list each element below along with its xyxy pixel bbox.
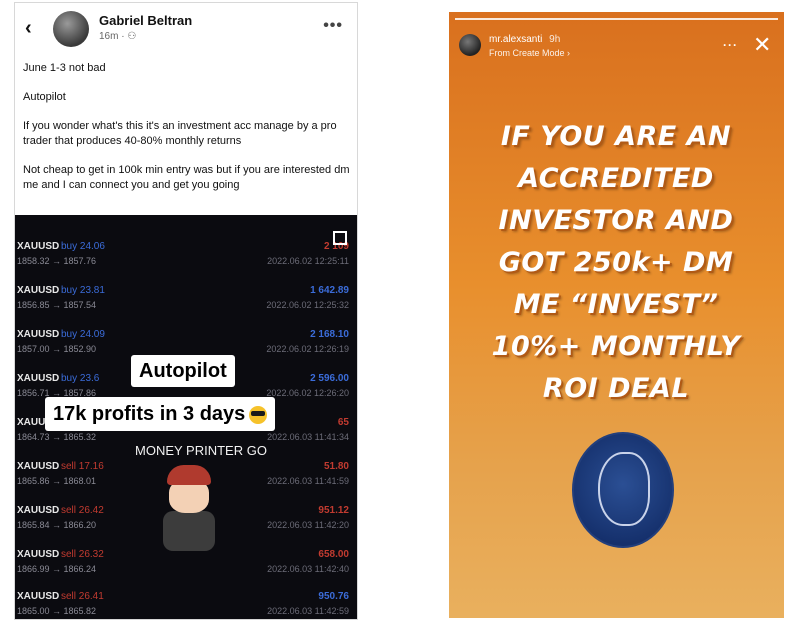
- profits-caption: 17k profits in 3 days: [45, 397, 276, 431]
- trade-profit: 2 168.10: [310, 329, 349, 340]
- trade-profit: 950.76: [318, 591, 349, 602]
- trade-range: 1866.99 → 1866.24: [17, 564, 97, 574]
- back-arrow-icon[interactable]: ‹: [25, 18, 43, 38]
- trade-symbol: XAUUSD: [17, 329, 60, 340]
- post-meta: 16m · ⚇: [99, 31, 137, 42]
- trade-type: sell 26.42: [61, 505, 104, 516]
- trade-symbol: XAUUSD: [17, 241, 60, 252]
- trade-type: buy 24.06: [61, 241, 105, 252]
- trade-range: 1857.00 → 1852.90: [17, 344, 97, 354]
- trade-symbol: XAUUSD: [17, 505, 60, 516]
- author-name[interactable]: Gabriel Beltran: [99, 13, 192, 28]
- trade-symbol: XAUUSD: [17, 591, 60, 602]
- trade-type: sell 26.32: [61, 549, 104, 560]
- headline-line: INVESTOR AND: [498, 205, 734, 236]
- trade-symbol: XAUUSD: [17, 461, 60, 472]
- sticker-caption: MONEY PRINTER GO: [135, 443, 267, 458]
- headline-line: ROI DEAL: [542, 373, 690, 404]
- trade-date: 2022.06.02 12:26:20: [266, 388, 349, 398]
- sunglasses-emoji-icon: [249, 405, 268, 424]
- trade-date: 2022.06.03 11:42:20: [267, 520, 349, 530]
- coin-portrait-sticker: [572, 432, 674, 548]
- trade-date: 2022.06.02 12:26:19: [266, 344, 349, 354]
- post-paragraph: Autopilot: [23, 91, 66, 103]
- trade-symbol: XAUUSD: [17, 285, 60, 296]
- trade-type: buy 23.6: [61, 373, 100, 384]
- headline-line: 10%+ MONTHLY: [491, 331, 741, 362]
- autopilot-caption: Autopilot: [131, 355, 235, 387]
- trade-date: 2022.06.03 11:42:40: [267, 564, 349, 574]
- trade-type: buy 24.09: [61, 329, 105, 340]
- post-paragraph: Not cheap to get in 100k min entry was b…: [23, 164, 350, 191]
- profits-caption-text: 17k profits in 3 days: [53, 403, 246, 425]
- trade-profit: 658.00: [318, 549, 349, 560]
- story-username[interactable]: mr.alexsanti 9h: [489, 34, 560, 45]
- trade-profit: 1 642.89: [310, 285, 349, 296]
- trade-date: 2022.06.03 11:41:34: [267, 432, 349, 442]
- trade-range: 1865.00 → 1865.82: [17, 606, 97, 616]
- trade-row: XAUUSD sell 26.41 1865.00 → 1865.82 950.…: [15, 587, 357, 619]
- headline-line: GOT 250k+ DM: [498, 247, 734, 278]
- copy-icon[interactable]: [333, 231, 347, 245]
- trade-row: XAUUSD buy 24.06 1858.32 → 1857.76 2 109…: [15, 237, 357, 283]
- more-options-icon[interactable]: •••: [323, 17, 343, 35]
- more-options-icon[interactable]: ···: [723, 38, 738, 52]
- trade-range: 1864.73 → 1865.32: [17, 432, 97, 442]
- headline-line: ME “INVEST”: [513, 289, 719, 320]
- close-icon[interactable]: ✕: [753, 34, 771, 56]
- trade-row: XAUUSD buy 23.81 1856.85 → 1857.54 1 642…: [15, 281, 357, 327]
- trade-date: 2022.06.03 11:41:59: [267, 476, 349, 486]
- story-progress-bar: [455, 18, 778, 20]
- trade-profit: 2 596.00: [310, 373, 349, 384]
- username[interactable]: mr.alexsanti: [489, 34, 542, 45]
- story-subtitle[interactable]: From Create Mode ›: [489, 48, 570, 58]
- story-headline: IF YOU ARE AN ACCREDITED INVESTOR AND GO…: [471, 116, 761, 410]
- avatar[interactable]: [459, 34, 481, 56]
- post-paragraph: June 1-3 not bad: [23, 62, 106, 74]
- trade-type: buy 23.81: [61, 285, 105, 296]
- post-body: June 1-3 not bad Autopilot If you wonder…: [23, 61, 351, 207]
- trade-range: 1856.85 → 1857.54: [17, 300, 97, 310]
- trade-range: 1865.86 → 1868.01: [17, 476, 97, 486]
- trade-profit: 951.12: [318, 505, 349, 516]
- trade-profit: 51.80: [323, 461, 349, 472]
- facebook-post-screenshot: ‹ Gabriel Beltran 16m · ⚇ ••• June 1-3 n…: [14, 2, 358, 620]
- trade-date: 2022.06.02 12:25:32: [266, 300, 349, 310]
- headline-line: ACCREDITED: [518, 163, 714, 194]
- post-paragraph: If you wonder what's this it's an invest…: [23, 120, 337, 147]
- instagram-story-screenshot: mr.alexsanti 9h From Create Mode › ··· ✕…: [449, 12, 784, 618]
- trade-range: 1865.84 → 1866.20: [17, 520, 97, 530]
- portrait-outline: [598, 452, 650, 526]
- trade-date: 2022.06.03 11:42:59: [267, 606, 349, 616]
- story-time: 9h: [549, 34, 561, 45]
- trade-type: sell 17.16: [61, 461, 104, 472]
- post-header: ‹ Gabriel Beltran 16m · ⚇ •••: [15, 3, 357, 55]
- cartoon-character-sticker: [147, 465, 227, 555]
- trade-symbol: XAUUSD: [17, 549, 60, 560]
- trade-profit: 65: [337, 417, 349, 428]
- avatar[interactable]: [53, 11, 89, 47]
- trade-type: sell 26.41: [61, 591, 104, 602]
- trade-symbol: XAUUSD: [17, 373, 60, 384]
- headline-line: IF YOU ARE AN: [500, 121, 732, 152]
- trade-date: 2022.06.02 12:25:11: [267, 256, 349, 266]
- trade-range: 1858.32 → 1857.76: [17, 256, 97, 266]
